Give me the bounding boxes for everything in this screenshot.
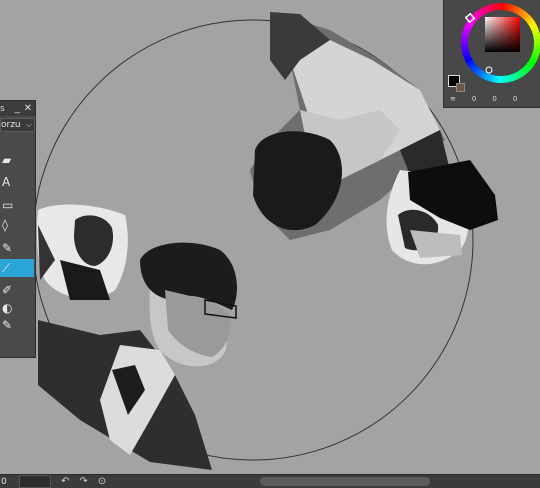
navigator-preview[interactable] [19, 475, 51, 488]
transparent-color-icon[interactable]: ≋ [450, 95, 456, 103]
subtool-group-label: orzu [1, 120, 21, 130]
pencil-icon: ✎ [2, 318, 13, 332]
slider-value-s: 0 [492, 95, 497, 103]
chevron-down-icon: ⌵ [25, 120, 32, 129]
water-drop-icon: ◊ [2, 218, 8, 232]
tool-button-pen[interactable]: ✎ [0, 239, 34, 257]
tool-button-text-tool[interactable]: A [0, 173, 34, 191]
horizontal-scrollbar[interactable] [260, 477, 430, 486]
color-slider-bar: ≋ 0 0 0 [444, 92, 540, 106]
brush-icon: ⟋ [2, 261, 11, 275]
undo-icon[interactable]: ↶ [61, 476, 69, 487]
tool-button-pencil[interactable]: ✎ [0, 316, 34, 334]
vignette-right [386, 160, 498, 265]
eraser-icon: ▰ [2, 153, 12, 167]
tool-button-water-drop[interactable]: ◊ [0, 216, 34, 234]
redo-icon[interactable]: ↷ [79, 476, 87, 487]
subtool-group-select[interactable]: orzu ⌵ [0, 118, 35, 132]
minimize-icon[interactable]: _ [15, 103, 20, 114]
close-icon[interactable]: ✕ [24, 103, 32, 114]
tool-button-eraser[interactable]: ▰ [0, 151, 34, 169]
tool-button-brush[interactable]: ⟋ [0, 259, 34, 277]
status-bar: 0 ↶ ↷ ⊙ [0, 474, 540, 488]
vignette-left [36, 204, 128, 300]
sub-color-swatch[interactable] [456, 83, 465, 92]
tool-panel: s _ ✕ orzu ⌵ ▰ A ▭ ◊ ✎ ⟋ ✐ ◐ ✎ [0, 100, 36, 358]
tool-button-marker[interactable]: ✐ [0, 281, 34, 299]
sv-picker-marker [485, 66, 493, 74]
pen-icon: ✎ [2, 241, 13, 255]
text-tool-icon: A [2, 175, 11, 189]
tool-button-fill[interactable]: ◐ [0, 299, 34, 317]
rotate-reset-icon[interactable]: ⊙ [98, 476, 106, 487]
color-wheel-panel: ≋ 0 0 0 [443, 0, 540, 108]
frame-icon: ▭ [2, 198, 14, 212]
tool-button-frame[interactable]: ▭ [0, 196, 34, 214]
tool-panel-title: s [0, 103, 5, 114]
slider-value-h: 0 [471, 95, 477, 103]
slider-value-v: 0 [512, 95, 518, 103]
tool-panel-titlebar[interactable]: s _ ✕ [0, 101, 35, 116]
zoom-value[interactable]: 0 [1, 477, 15, 487]
fill-icon: ◐ [2, 301, 13, 315]
marker-icon: ✐ [2, 283, 13, 297]
